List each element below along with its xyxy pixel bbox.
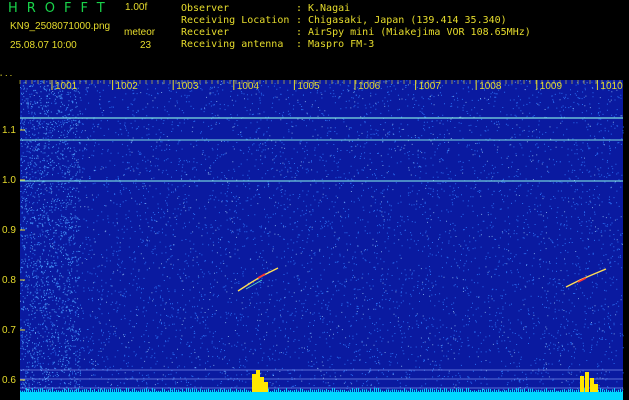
- histogram-peak: [580, 376, 584, 392]
- separator: :: [296, 27, 303, 38]
- x-tick-label: 1009: [540, 81, 563, 92]
- x-tick-label: 1006: [358, 81, 381, 92]
- histogram-peak: [252, 374, 256, 392]
- meteor-count: 23: [140, 40, 152, 51]
- y-tick-label: 0.9: [2, 225, 16, 236]
- x-tick-label: 1003: [176, 81, 199, 92]
- histogram-peak: [256, 370, 260, 392]
- receiver-label: Receiver: [181, 27, 230, 38]
- histogram-peak: [264, 382, 268, 392]
- separator: :: [296, 39, 303, 50]
- x-tick-label: 1005: [297, 81, 320, 92]
- spectrogram: 1.11.00.90.80.70.61001 1002 1003 1004 1005 10…: [0, 76, 629, 400]
- datetime-label: 25.08.07 10:00: [10, 40, 77, 51]
- antenna-label: Receiving antenna: [181, 39, 284, 50]
- receiver-value: AirSpy mini (Miakejima VOR 108.65MHz): [308, 27, 531, 38]
- version-label: 1.00f: [125, 2, 148, 13]
- y-tick-label: 1.1: [2, 125, 16, 136]
- spectrogram-field: [20, 80, 623, 400]
- histogram-base: [20, 392, 623, 400]
- separator: :: [296, 15, 303, 26]
- filename-label: KN9_2508071000.png: [10, 21, 111, 32]
- y-tick-label: 0.6: [2, 375, 16, 386]
- x-tick-label: 1002: [116, 81, 139, 92]
- histogram-peak: [260, 377, 264, 392]
- location-value: Chigasaki, Japan (139.414 35.340): [308, 15, 507, 26]
- y-tick-label: 0.7: [2, 325, 16, 336]
- histogram-peak: [590, 378, 594, 392]
- observer-value: K.Nagai: [308, 3, 351, 14]
- meteor-label: meteor: [124, 27, 156, 38]
- observer-label: Observer: [181, 3, 230, 14]
- y-tick-label: 1.0: [2, 175, 16, 186]
- app-title: HROFFT: [8, 1, 114, 16]
- location-label: Receiving Location: [181, 15, 290, 26]
- header-panel: HROFFT 1.00f KN9_2508071000.png meteor 2…: [0, 0, 629, 76]
- separator: :: [296, 3, 303, 14]
- y-tick-label: 0.8: [2, 275, 16, 286]
- histogram-peak: [594, 384, 598, 392]
- x-tick-label: 1010: [600, 81, 623, 92]
- x-tick-label: 1008: [479, 81, 502, 92]
- histogram-peak: [585, 372, 589, 392]
- antenna-value: Maspro FM-3: [308, 39, 375, 50]
